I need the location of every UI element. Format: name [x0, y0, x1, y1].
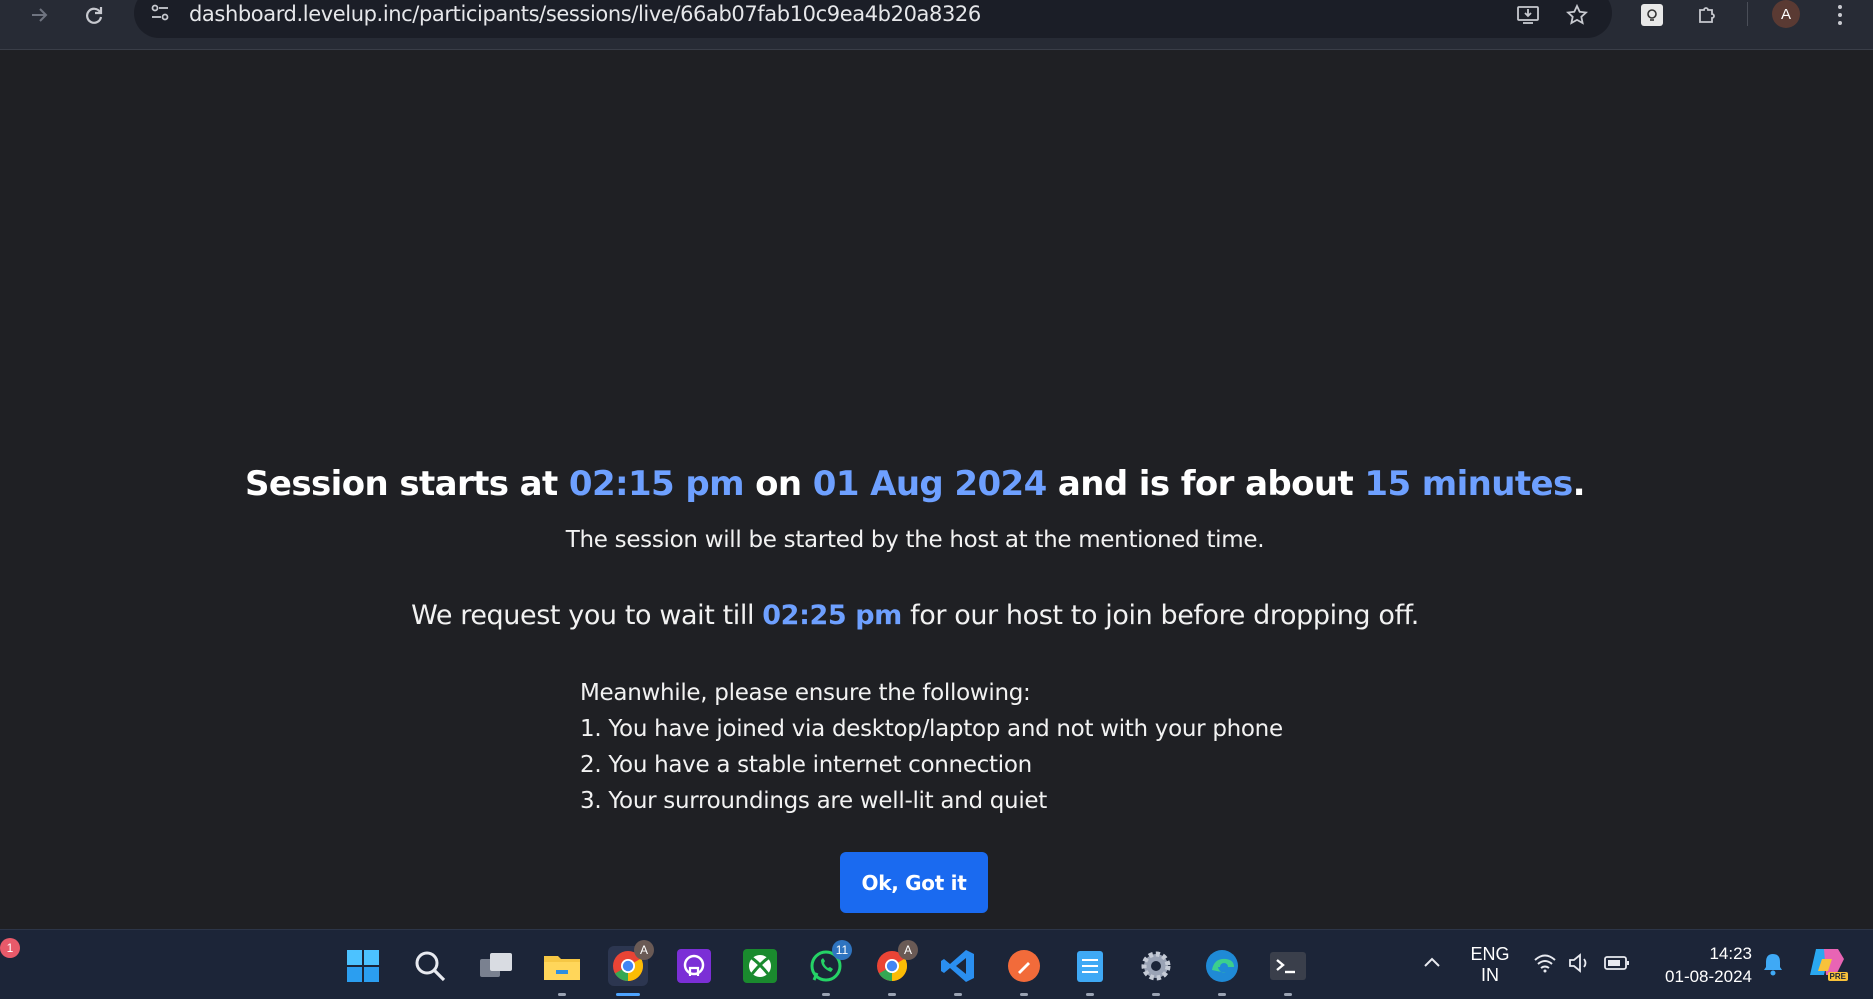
clock[interactable]: 14:23 01-08-2024: [1648, 942, 1752, 988]
request-text: for our host to join before dropping off…: [901, 600, 1419, 631]
chrome2-profile-badge: A: [898, 940, 918, 960]
headline-text: Session starts at: [245, 464, 569, 504]
running-indicator: [558, 993, 566, 996]
checklist: Meanwhile, please ensure the following: …: [580, 675, 1283, 819]
wifi-icon[interactable]: [1533, 953, 1557, 978]
file-explorer-icon[interactable]: [542, 946, 582, 996]
running-indicator: [822, 993, 830, 996]
session-date: 01 Aug 2024: [812, 464, 1047, 504]
clock-time: 14:23: [1709, 944, 1752, 963]
app-icon-purple[interactable]: [674, 946, 714, 986]
edge-icon[interactable]: [1202, 946, 1242, 996]
checklist-item: 1. You have joined via desktop/laptop an…: [580, 716, 1283, 742]
widgets-badge: 1: [0, 938, 20, 958]
browser-toolbar: dashboard.levelup.inc/participants/sessi…: [0, 0, 1873, 50]
search-icon[interactable]: [410, 946, 450, 986]
running-indicator: [616, 993, 640, 996]
wait-time: 02:25 pm: [762, 600, 902, 631]
xbox-icon[interactable]: [740, 946, 780, 986]
checklist-item: 2. You have a stable internet connection: [580, 752, 1032, 778]
task-view-icon[interactable]: [476, 946, 516, 986]
copilot-pre-badge: PRE: [1827, 972, 1848, 981]
profile-avatar[interactable]: A: [1772, 0, 1800, 28]
bookmark-star-icon[interactable]: [1559, 0, 1595, 30]
vscode-icon[interactable]: [938, 946, 978, 996]
wait-request: We request you to wait till 02:25 pm for…: [0, 600, 1830, 631]
headline-text: .: [1572, 464, 1586, 504]
checklist-intro: Meanwhile, please ensure the following:: [580, 680, 1031, 706]
region-code: IN: [1481, 965, 1499, 985]
headline-text: on: [743, 464, 813, 504]
chrome-icon[interactable]: A: [608, 940, 654, 996]
whatsapp-icon[interactable]: 11: [806, 940, 852, 996]
running-indicator: [1218, 993, 1226, 996]
session-subtitle: The session will be started by the host …: [565, 527, 1265, 553]
checklist-item: 3. Your surroundings are well-lit and qu…: [580, 788, 1047, 814]
extensions-puzzle-icon[interactable]: [1690, 0, 1726, 30]
running-indicator: [1086, 993, 1094, 996]
toolbar-divider: [1747, 2, 1748, 26]
forward-icon[interactable]: [22, 0, 58, 30]
windows-taskbar: 1 A 11 A ENG IN 14:23 01-08-2024 PRE: [0, 929, 1873, 999]
clock-date: 01-08-2024: [1665, 967, 1752, 986]
running-indicator: [1020, 993, 1028, 996]
url-text[interactable]: dashboard.levelup.inc/participants/sessi…: [189, 2, 981, 26]
running-indicator: [1284, 993, 1292, 996]
battery-icon[interactable]: [1604, 954, 1630, 977]
more-menu-icon[interactable]: [1822, 0, 1858, 30]
notepad-icon[interactable]: [1070, 946, 1110, 996]
running-indicator: [888, 993, 896, 996]
notification-bell-icon[interactable]: [1762, 952, 1784, 981]
reload-icon[interactable]: [76, 0, 112, 30]
running-indicator: [954, 993, 962, 996]
site-info-icon[interactable]: [149, 2, 171, 29]
request-text: We request you to wait till: [411, 600, 763, 631]
language-code: ENG: [1470, 944, 1510, 964]
start-time: 02:15 pm: [568, 464, 745, 504]
install-app-icon[interactable]: [1510, 0, 1546, 30]
running-indicator: [1152, 993, 1160, 996]
session-waiting-page: Session starts at 02:15 pm on 01 Aug 202…: [0, 51, 1873, 929]
copilot-icon[interactable]: PRE: [1808, 945, 1848, 983]
ok-got-it-button[interactable]: Ok, Got it: [840, 852, 988, 913]
session-headline: Session starts at 02:15 pm on 01 Aug 202…: [0, 464, 1830, 504]
volume-icon[interactable]: [1568, 953, 1592, 978]
extension-lightbulb-icon[interactable]: [1634, 0, 1670, 30]
whatsapp-badge: 11: [832, 940, 852, 960]
terminal-icon[interactable]: [1268, 946, 1308, 996]
chrome-icon-2[interactable]: A: [872, 940, 918, 996]
chrome-profile-badge: A: [634, 940, 654, 960]
widgets-icon[interactable]: 1: [0, 938, 20, 968]
chevron-up-icon[interactable]: [1422, 952, 1442, 977]
postman-icon[interactable]: [1004, 946, 1044, 996]
session-duration: 15 minutes: [1364, 464, 1573, 504]
language-indicator[interactable]: ENG IN: [1466, 944, 1514, 986]
settings-gear-icon[interactable]: [1136, 946, 1176, 996]
start-windows-icon[interactable]: [343, 946, 383, 986]
headline-text: and is for about: [1046, 464, 1365, 504]
